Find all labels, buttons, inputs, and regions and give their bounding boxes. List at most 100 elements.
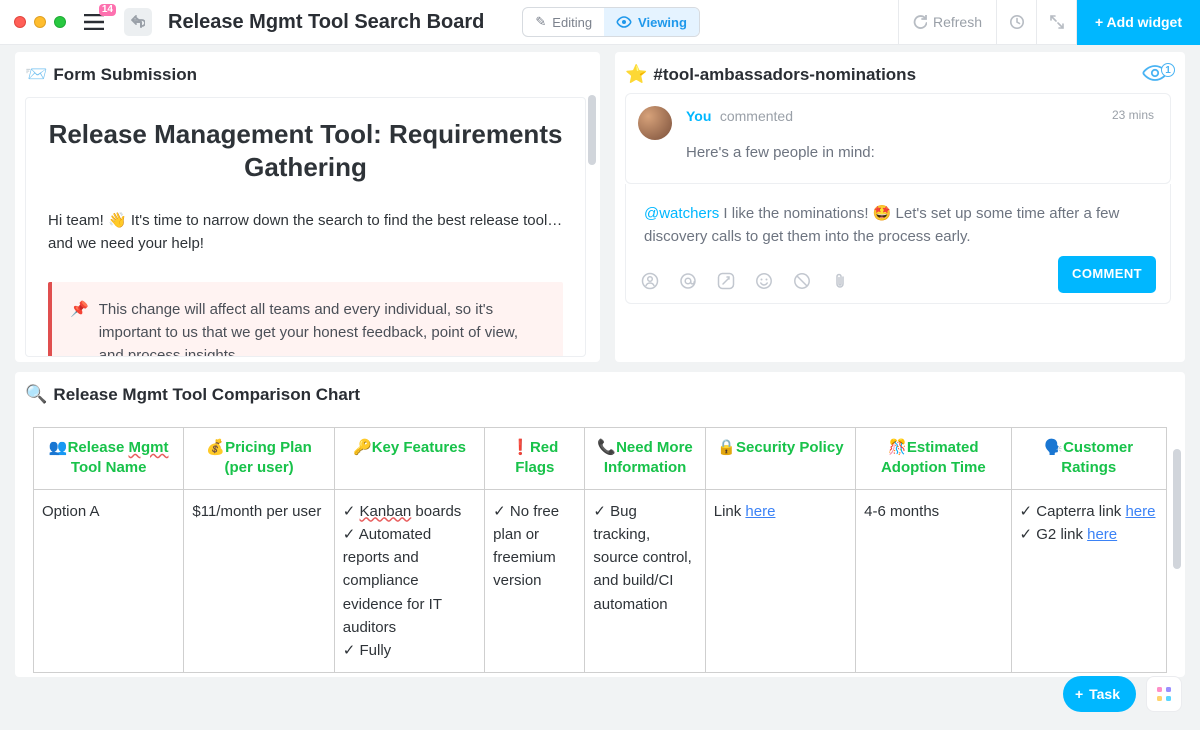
block-icon[interactable] [792, 271, 812, 291]
comment-card[interactable]: You commented 23 mins Here's a few peopl… [625, 93, 1171, 184]
confetti-icon: 🎊 [888, 439, 907, 456]
form-submission-widget: 📨 Form Submission Release Management Too… [15, 52, 600, 362]
table-header-row: 👥Release Mgmt Tool Name 💰Pricing Plan (p… [34, 428, 1167, 490]
viewing-mode-button[interactable]: Viewing [604, 8, 699, 36]
comment-body: Here's a few people in mind: [686, 144, 1152, 161]
mention[interactable]: @watchers [644, 205, 719, 222]
capterra-link[interactable]: here [1125, 503, 1155, 520]
minimize-window-icon[interactable] [34, 16, 46, 28]
cell-need-info: ✓ Bug tracking, source control, and buil… [585, 489, 705, 673]
avatar [638, 106, 672, 140]
comment-button[interactable]: COMMENT [1058, 256, 1156, 292]
pushpin-icon: 📌 [70, 298, 89, 358]
history-button[interactable] [996, 0, 1036, 45]
viewing-label: Viewing [638, 15, 687, 30]
document-heading: Release Management Tool: Requirements Ga… [48, 118, 563, 183]
magnifier-icon: 🔍 [25, 384, 47, 405]
star-icon: ⭐ [625, 64, 647, 85]
widget-title-text: #tool-ambassadors-nominations [653, 65, 916, 85]
key-icon: 🔑 [353, 439, 372, 456]
back-button[interactable] [124, 8, 152, 36]
widget-title: 🔍 Release Mgmt Tool Comparison Chart [15, 372, 1185, 409]
board: 📨 Form Submission Release Management Too… [15, 52, 1185, 730]
widget-title: ⭐ #tool-ambassadors-nominations [615, 52, 1185, 89]
col-pricing: 💰Pricing Plan (per user) [184, 428, 334, 490]
add-widget-label: + Add widget [1095, 14, 1182, 30]
refresh-label: Refresh [933, 14, 982, 30]
comment-time: 23 mins [1112, 108, 1154, 122]
widget-title-text: Form Submission [53, 65, 197, 85]
callout-text: This change will affect all teams and ev… [99, 298, 545, 358]
fullscreen-button[interactable] [1036, 0, 1076, 45]
lock-icon: 🔒 [717, 439, 736, 456]
page-title: Release Mgmt Tool Search Board [168, 11, 484, 34]
comparison-chart-widget: 🔍 Release Mgmt Tool Comparison Chart 👥Re… [15, 372, 1185, 677]
eye-icon [616, 16, 632, 28]
emoji-icon[interactable] [754, 271, 774, 291]
comment-button-label: COMMENT [1072, 266, 1142, 281]
menu-button[interactable]: 14 [84, 14, 104, 30]
floating-actions: + Task [1063, 676, 1182, 712]
maximize-window-icon[interactable] [54, 16, 66, 28]
reply-toolbar [640, 271, 850, 291]
cell-ratings: ✓ Capterra link here ✓ G2 link here [1011, 489, 1166, 673]
security-link[interactable]: here [745, 503, 775, 520]
document-intro: Hi team! 👋 It's time to narrow down the … [48, 209, 563, 256]
notification-badge: 14 [99, 4, 116, 16]
watchers-count: 1 [1161, 63, 1175, 77]
col-red-flags: ❗Red Flags [485, 428, 585, 490]
callout-block: 📌 This change will affect all teams and … [48, 282, 563, 358]
plus-icon: + [1075, 686, 1083, 702]
widget-title: 📨 Form Submission [15, 52, 600, 89]
view-mode-toggle: ✎ Editing Viewing [522, 7, 700, 37]
g2-link[interactable]: here [1087, 526, 1117, 543]
close-window-icon[interactable] [14, 16, 26, 28]
editing-label: Editing [552, 15, 592, 30]
cell-red-flags: ✓ No free plan or freemium version [485, 489, 585, 673]
document-preview[interactable]: Release Management Tool: Requirements Ga… [25, 97, 586, 357]
col-features: 🔑Key Features [334, 428, 484, 490]
cell-features: ✓ Kanban boards ✓ Automated reports and … [334, 489, 484, 673]
col-adoption: 🎊Estimated Adoption Time [856, 428, 1011, 490]
scrollbar[interactable] [1173, 449, 1181, 569]
new-task-button[interactable]: + Task [1063, 676, 1136, 712]
exclamation-icon: ❗ [511, 439, 530, 456]
cell-pricing: $11/month per user [184, 489, 334, 673]
expand-icon [1050, 15, 1064, 29]
starstruck-icon: 🤩 [873, 205, 892, 222]
add-widget-button[interactable]: + Add widget [1076, 0, 1200, 45]
cell-security: Link here [705, 489, 855, 673]
refresh-icon [913, 15, 927, 29]
attachment-icon[interactable] [830, 271, 850, 291]
widget-title-text: Release Mgmt Tool Comparison Chart [53, 385, 360, 405]
wave-icon: 👋 [108, 212, 127, 229]
mention-icon[interactable] [678, 271, 698, 291]
col-ratings: 🗣️Customer Ratings [1011, 428, 1166, 490]
toolbar-right: Refresh + Add widget [898, 0, 1200, 45]
scrollbar[interactable] [588, 95, 596, 165]
table-row[interactable]: Option A $11/month per user ✓ Kanban boa… [34, 489, 1167, 673]
clock-icon [1009, 14, 1025, 30]
reply-editor[interactable]: @watchers I like the nominations! 🤩 Let'… [625, 184, 1171, 304]
top-bar: 14 Release Mgmt Tool Search Board ✎ Edit… [0, 0, 1200, 45]
comparison-table: 👥Release Mgmt Tool Name 💰Pricing Plan (p… [33, 427, 1167, 673]
apps-button[interactable] [1146, 676, 1182, 712]
col-security: 🔒Security Policy [705, 428, 855, 490]
speaking-head-icon: 🗣️ [1044, 439, 1063, 456]
pencil-icon: ✎ [535, 14, 546, 30]
refresh-button[interactable]: Refresh [898, 0, 996, 45]
phone-icon: 📞 [597, 439, 616, 456]
cell-adoption: 4-6 months [856, 489, 1011, 673]
apps-icon [1156, 686, 1172, 702]
task-label: Task [1089, 686, 1120, 702]
assign-icon[interactable] [640, 271, 660, 291]
comment-author: You [686, 108, 711, 124]
editing-mode-button[interactable]: ✎ Editing [523, 8, 604, 36]
money-bag-icon: 💰 [206, 439, 225, 456]
col-need-info: 📞Need More Information [585, 428, 705, 490]
inbox-icon: 📨 [25, 64, 47, 85]
command-icon[interactable] [716, 271, 736, 291]
watchers-button[interactable]: 1 [1141, 69, 1169, 86]
col-tool-name: 👥Release Mgmt Tool Name [34, 428, 184, 490]
cell-tool-name: Option A [34, 489, 184, 673]
